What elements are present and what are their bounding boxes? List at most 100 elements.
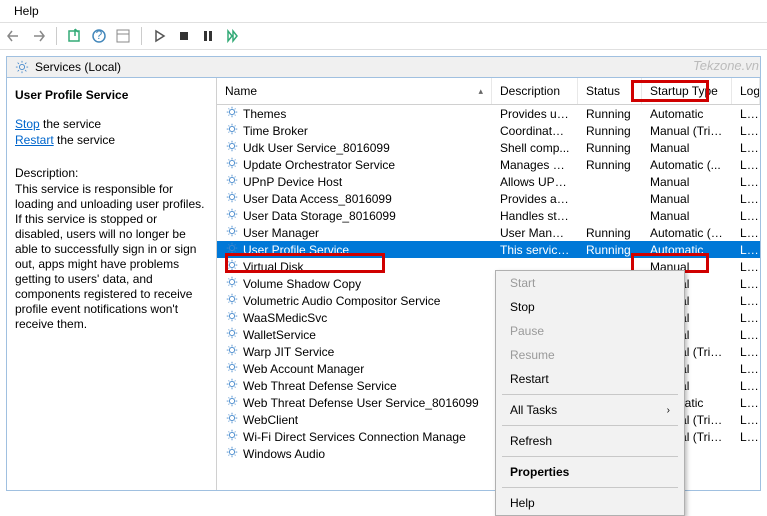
submenu-arrow-icon: › bbox=[667, 405, 670, 416]
service-icon bbox=[225, 207, 239, 224]
service-name: Update Orchestrator Service bbox=[243, 158, 395, 172]
export-icon[interactable] bbox=[67, 28, 83, 44]
toolbar: ? bbox=[0, 23, 767, 50]
service-name: WebClient bbox=[243, 413, 298, 427]
service-logon: Local Sy bbox=[732, 277, 760, 291]
service-logon: Local Sy bbox=[732, 345, 760, 359]
restart-icon[interactable] bbox=[224, 28, 240, 44]
service-name: UPnP Device Host bbox=[243, 175, 342, 189]
svg-text:?: ? bbox=[96, 28, 103, 42]
service-startup: Manual bbox=[642, 141, 732, 155]
stop-text: the service bbox=[40, 117, 101, 131]
sort-indicator-icon: ▴ bbox=[478, 86, 483, 97]
pause-icon[interactable] bbox=[200, 28, 216, 44]
service-icon bbox=[225, 428, 239, 445]
service-row[interactable]: User Data Storage_8016099Handles sto...M… bbox=[217, 207, 760, 224]
menubar: Help bbox=[0, 0, 767, 23]
service-row[interactable]: Update Orchestrator ServiceManages W...R… bbox=[217, 156, 760, 173]
service-icon bbox=[225, 377, 239, 394]
service-row[interactable]: UPnP Device HostAllows UPn...ManualLocal… bbox=[217, 173, 760, 190]
menu-help[interactable]: Help bbox=[8, 2, 45, 20]
menu-properties[interactable]: Properties bbox=[496, 460, 684, 484]
description-pane: User Profile Service Stop the service Re… bbox=[7, 78, 217, 490]
service-icon bbox=[225, 445, 239, 462]
service-name: Volume Shadow Copy bbox=[243, 277, 361, 291]
service-icon bbox=[225, 411, 239, 428]
service-row[interactable]: Time BrokerCoordinates...RunningManual (… bbox=[217, 122, 760, 139]
service-logon: Local Sy bbox=[732, 379, 760, 393]
header-status[interactable]: Status bbox=[578, 78, 642, 104]
service-title: User Profile Service bbox=[15, 88, 208, 102]
column-headers: Name▴ Description Status Startup Type Lo… bbox=[217, 78, 760, 105]
service-logon: Local Sy bbox=[732, 124, 760, 138]
service-name: User Manager bbox=[243, 226, 319, 240]
service-icon bbox=[225, 139, 239, 156]
service-row[interactable]: ThemesProvides us...RunningAutomaticLoca… bbox=[217, 105, 760, 122]
service-status: Running bbox=[578, 141, 642, 155]
menu-restart[interactable]: Restart bbox=[496, 367, 684, 391]
service-name: Time Broker bbox=[243, 124, 308, 138]
forward-icon[interactable] bbox=[30, 28, 46, 44]
service-desc: Shell comp... bbox=[492, 141, 578, 155]
service-row[interactable]: User ManagerUser Manag...RunningAutomati… bbox=[217, 224, 760, 241]
help-icon[interactable]: ? bbox=[91, 28, 107, 44]
service-startup: Automatic (T... bbox=[642, 226, 732, 240]
header-logon[interactable]: Log On bbox=[732, 78, 760, 104]
menu-refresh[interactable]: Refresh bbox=[496, 429, 684, 453]
service-name: Udk User Service_8016099 bbox=[243, 141, 390, 155]
service-logon: Local Sy bbox=[732, 107, 760, 121]
menu-resume: Resume bbox=[496, 343, 684, 367]
service-desc: Handles sto... bbox=[492, 209, 578, 223]
tab-title: Services (Local) bbox=[35, 60, 121, 74]
service-icon bbox=[225, 394, 239, 411]
header-description[interactable]: Description bbox=[492, 78, 578, 104]
menu-all-tasks[interactable]: All Tasks› bbox=[496, 398, 684, 422]
service-name: User Data Access_8016099 bbox=[243, 192, 392, 206]
header-name[interactable]: Name▴ bbox=[217, 78, 492, 104]
restart-text: the service bbox=[54, 133, 115, 147]
tab-services-local[interactable]: Services (Local) bbox=[6, 56, 761, 78]
service-name: User Profile Service bbox=[243, 243, 349, 257]
service-status: Running bbox=[578, 158, 642, 172]
restart-link[interactable]: Restart bbox=[15, 133, 54, 147]
menu-help[interactable]: Help bbox=[496, 491, 684, 515]
service-startup: Automatic (... bbox=[642, 158, 732, 172]
service-name: Web Account Manager bbox=[243, 362, 364, 376]
properties-icon[interactable] bbox=[115, 28, 131, 44]
service-logon: Local Sy bbox=[732, 430, 760, 444]
service-row[interactable]: User Data Access_8016099Provides ap...Ma… bbox=[217, 190, 760, 207]
description-text: This service is responsible for loading … bbox=[15, 182, 208, 332]
service-logon: Local Sy bbox=[732, 243, 760, 257]
service-row[interactable]: Udk User Service_8016099 Shell comp...Run… bbox=[217, 139, 760, 156]
header-startup-type[interactable]: Startup Type bbox=[642, 78, 732, 104]
stop-link[interactable]: Stop bbox=[15, 117, 40, 131]
service-desc: Allows UPn... bbox=[492, 175, 578, 189]
service-logon: Local Sy bbox=[732, 294, 760, 308]
service-logon: Local Sy bbox=[732, 396, 760, 410]
play-icon[interactable] bbox=[152, 28, 168, 44]
service-name: Windows Audio bbox=[243, 447, 325, 461]
service-name: User Data Storage_8016099 bbox=[243, 209, 396, 223]
service-startup: Manual bbox=[642, 175, 732, 189]
service-desc: Provides us... bbox=[492, 107, 578, 121]
service-status: Running bbox=[578, 107, 642, 121]
service-startup: Manual bbox=[642, 192, 732, 206]
service-desc: This service... bbox=[492, 243, 578, 257]
menu-stop[interactable]: Stop bbox=[496, 295, 684, 319]
service-icon bbox=[225, 326, 239, 343]
service-name: WaaSMedicSvc bbox=[243, 311, 327, 325]
service-startup: Manual (Trig... bbox=[642, 124, 732, 138]
back-icon[interactable] bbox=[6, 28, 22, 44]
service-name: WalletService bbox=[243, 328, 316, 342]
service-status: Running bbox=[578, 226, 642, 240]
service-name: Web Threat Defense Service bbox=[243, 379, 397, 393]
service-icon bbox=[225, 122, 239, 139]
service-startup: Automatic bbox=[642, 243, 732, 257]
service-icon bbox=[225, 190, 239, 207]
gear-icon bbox=[15, 60, 29, 74]
service-icon bbox=[225, 224, 239, 241]
stop-icon[interactable] bbox=[176, 28, 192, 44]
service-row[interactable]: User Profile ServiceThis service...Runni… bbox=[217, 241, 760, 258]
service-logon: Local Sy bbox=[732, 328, 760, 342]
service-logon: Local Sy bbox=[732, 226, 760, 240]
